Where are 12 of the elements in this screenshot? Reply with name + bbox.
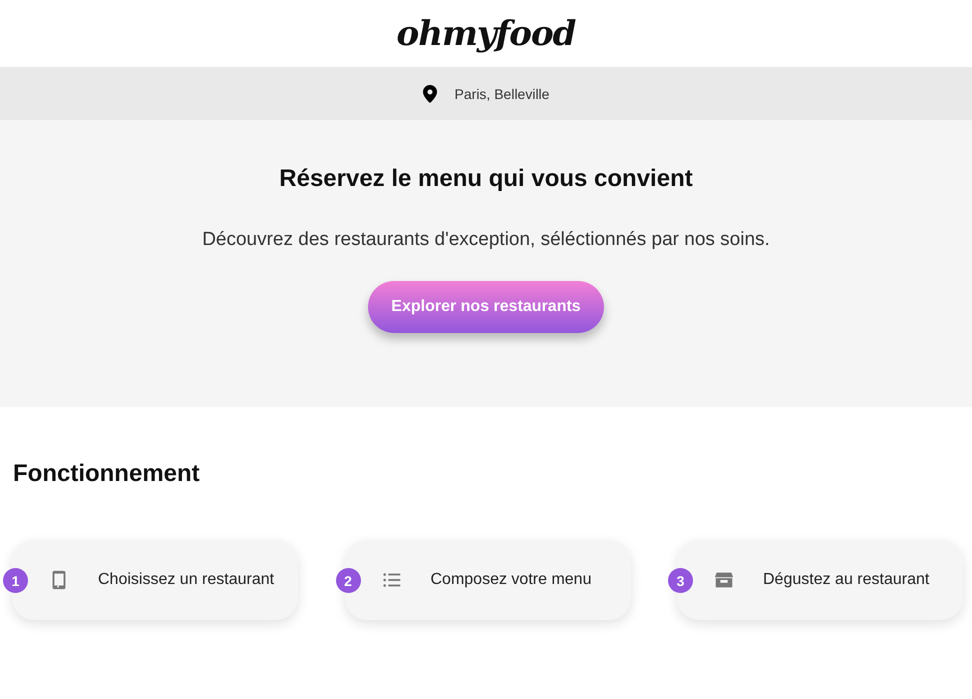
step-number: 1 xyxy=(3,568,28,593)
section-title: Fonctionnement xyxy=(13,460,201,488)
step-label: Dégustez au restaurant xyxy=(763,571,930,589)
step-label: Composez votre menu xyxy=(430,571,592,589)
step-label: Choisissez un restaurant xyxy=(98,571,274,589)
location-text: Paris, Belleville xyxy=(454,86,550,102)
hero-subtitle: Découvrez des restaurants d'exception, séléctionnés par nos soins. xyxy=(202,229,770,251)
step-number: 2 xyxy=(336,568,360,593)
step-number: 3 xyxy=(668,568,693,593)
location-pin-icon xyxy=(422,84,437,102)
hero-title: Réservez le menu qui vous convient xyxy=(279,165,693,193)
logo[interactable]: ohmyfood xyxy=(396,14,576,54)
